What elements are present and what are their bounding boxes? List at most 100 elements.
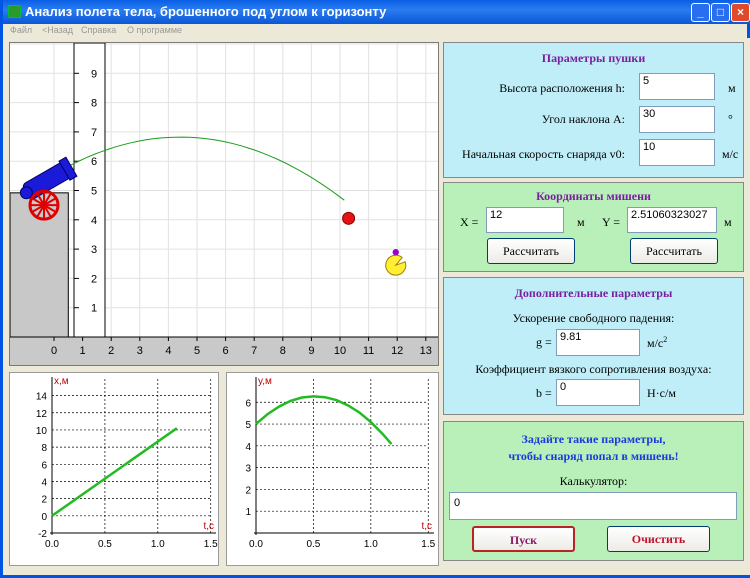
x-time-chart: 0.0 0.5 1.0 1.5 -2 0 2 4 6 8 10 12 14 x,м t,c [36, 376, 218, 550]
height-input[interactable]: 5 [639, 73, 715, 100]
target-x-unit: м [577, 215, 585, 229]
window-title: Анализ полета тела, брошенного под углом… [25, 4, 387, 19]
x-tick-label: 13 [420, 345, 432, 357]
y-tick-label: 8 [41, 443, 47, 454]
angle-unit: ° [728, 112, 733, 126]
extra-params-panel: Дополнительные параметры Ускорение свобо… [443, 277, 744, 415]
x-tick-label: 0.5 [306, 539, 320, 550]
minimize-button[interactable]: _ [691, 3, 710, 22]
y-time-chart: 0.0 0.5 1.0 1.5 1 2 3 4 5 6 y,м t,c [245, 376, 435, 550]
x-tick-label: 1.5 [204, 539, 218, 550]
clear-button[interactable]: Очистить [607, 526, 710, 552]
x-tick-label: 4 [165, 345, 171, 357]
menu-back[interactable]: <Назад [42, 25, 73, 35]
simulation-canvas: 0 1 2 3 4 5 6 7 8 9 10 11 12 13123456789 [9, 42, 455, 365]
x-tick-label: 5 [194, 345, 200, 357]
menu-about[interactable]: О программе [127, 25, 182, 35]
y-time-graph: 0.0 0.5 1.0 1.5 1 2 3 4 5 6 y,м t,c [226, 372, 439, 566]
target-title: Координаты мишени [536, 189, 651, 203]
x-axis-title: t,c [421, 521, 432, 532]
y-tick-label: 6 [41, 460, 47, 471]
g-input[interactable]: 9.81 [556, 329, 640, 356]
y-tick-label: 6 [245, 398, 251, 409]
y-tick-label: 3 [91, 244, 97, 256]
y-tick-label: 5 [245, 420, 251, 431]
calculator-input[interactable]: 0 [449, 492, 737, 520]
speed-label: Начальная скорость снаряда v0: [462, 147, 625, 161]
g-caption: Ускорение свободного падения: [512, 311, 675, 325]
y-tick-label: 12 [36, 409, 48, 420]
x-tick-label: 1 [80, 345, 86, 357]
target-y-unit: м [724, 215, 732, 229]
y-tick-label: 14 [36, 392, 48, 403]
target-x-input[interactable]: 12 [486, 207, 564, 233]
calc-x-button[interactable]: Рассчитать [487, 238, 575, 264]
x-tick-label: 0.0 [45, 539, 59, 550]
hint-line-2: чтобы снаряд попал в мишень! [508, 449, 679, 463]
y-tick-label: 0 [41, 512, 47, 523]
y-tick-label: 3 [245, 464, 251, 475]
target-marker [392, 249, 399, 256]
menu-file[interactable]: Файл [10, 25, 32, 35]
target-pacman [385, 254, 407, 276]
g-unit: м/с2 [647, 335, 668, 350]
b-caption: Коэффициент вязкого сопротивления воздух… [475, 362, 712, 376]
y-axis-title: x,м [54, 376, 69, 387]
height-label: Высота расположения h: [499, 81, 625, 95]
y-tick-label: 9 [91, 68, 97, 80]
cannon-params-title: Параметры пушки [541, 51, 646, 65]
calc-y-button[interactable]: Рассчитать [630, 238, 718, 264]
target-panel: Координаты мишени X = 12 м Y = 2.5106032… [443, 182, 744, 272]
maximize-button[interactable]: □ [711, 3, 730, 22]
target-y-input[interactable]: 2.51060323027 [627, 207, 717, 233]
y-tick-label: 4 [245, 442, 251, 453]
cannon-params-panel: Параметры пушки Высота расположения h: 5… [443, 42, 744, 178]
series-line [51, 427, 178, 517]
title-bar[interactable]: Анализ полета тела, брошенного под углом… [3, 0, 750, 24]
extra-params-title: Дополнительные параметры [514, 286, 673, 300]
close-button[interactable]: × [731, 3, 750, 22]
y-tick-label: 5 [91, 186, 97, 198]
menu-help[interactable]: Справка [81, 25, 116, 35]
y-tick-label: 6 [91, 156, 97, 168]
y-tick-label: 10 [36, 426, 48, 437]
x-tick-label: 1.5 [421, 539, 435, 550]
height-unit: м [728, 81, 736, 95]
x-tick-label: 0 [51, 345, 57, 357]
y-tick-label: -2 [38, 529, 47, 540]
speed-unit: м/с [722, 147, 739, 161]
x-tick-label: 12 [391, 345, 403, 357]
b-unit: Н·с/м [647, 386, 676, 400]
client-area: 0 1 2 3 4 5 6 7 8 9 10 11 12 13 1 2 3 4 5 6 7 8 9 0.0 0.5 1.0 1.5… [6, 38, 750, 575]
g-label: g = [536, 335, 552, 349]
x-tick-label: 0.0 [249, 539, 263, 550]
target-y-label: Y = [602, 215, 620, 229]
y-tick-label: 8 [91, 98, 97, 110]
x-tick-label: 11 [363, 345, 374, 357]
app-icon [8, 5, 21, 18]
app-window: Анализ полета тела, брошенного под углом… [0, 0, 750, 578]
x-tick-label: 9 [308, 345, 314, 357]
calculator-label: Калькулятор: [559, 474, 628, 488]
y-tick-label: 7 [91, 127, 97, 139]
b-label: b = [536, 386, 552, 400]
projectile [342, 211, 356, 225]
speed-input[interactable]: 10 [639, 139, 715, 166]
y-tick-label: 2 [91, 273, 97, 285]
x-tick-label: 1.0 [151, 539, 165, 550]
b-input[interactable]: 0 [556, 379, 640, 406]
control-panel: Задайте такие параметры, чтобы снаряд по… [443, 421, 744, 561]
y-tick-label: 1 [91, 303, 97, 315]
target-x-label: X = [460, 215, 479, 229]
y-tick-label: 4 [41, 477, 47, 488]
x-tick-label: 8 [280, 345, 286, 357]
x-tick-label: 2 [108, 345, 114, 357]
menu-bar: Файл <Назад Справка О программе [6, 24, 750, 38]
x-tick-label: 6 [223, 345, 229, 357]
x-tick-label: 3 [137, 345, 143, 357]
angle-label: Угол наклона A: [541, 112, 625, 126]
angle-input[interactable]: 30 [639, 106, 715, 133]
x-time-graph: 0.0 0.5 1.0 1.5 -2 0 2 4 6 8 10 12 14 x,м t,c [9, 372, 219, 566]
start-button[interactable]: Пуск [472, 526, 575, 552]
y-tick-label: 2 [41, 495, 47, 506]
